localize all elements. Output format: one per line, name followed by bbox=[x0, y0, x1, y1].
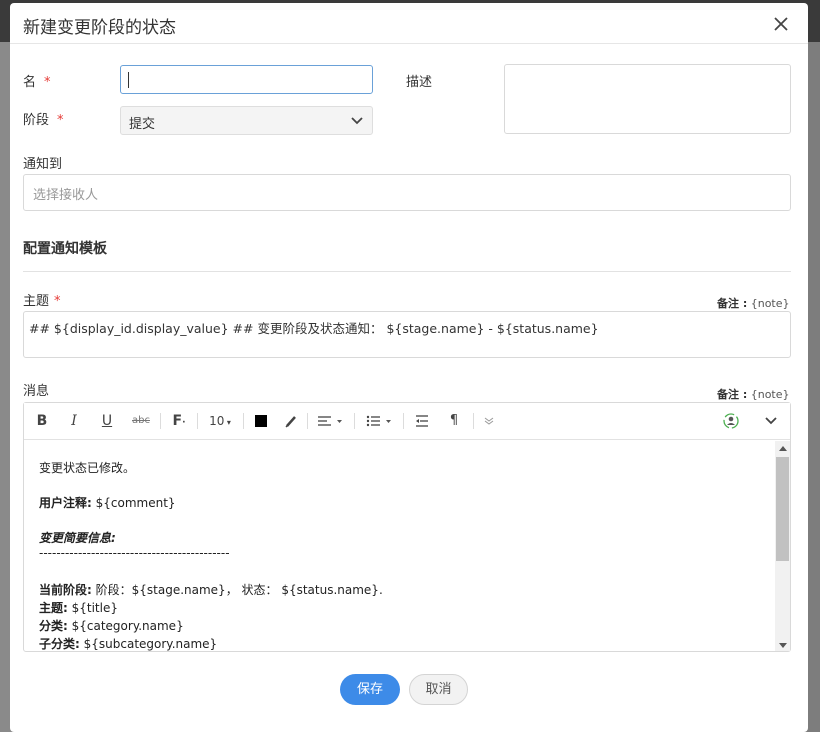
text-color-button[interactable] bbox=[253, 412, 269, 430]
content-line: 用户注释: ${comment} bbox=[39, 496, 176, 510]
text-align-dropdown-icon[interactable] bbox=[316, 412, 346, 430]
required-mark: * bbox=[57, 113, 64, 128]
toolbar-separator bbox=[403, 413, 404, 429]
scroll-thumb[interactable] bbox=[776, 457, 789, 561]
editor-toolbar: B I U abc F· 10 ▾ ¶ bbox=[24, 403, 790, 440]
subject-input-value: ## ${display_id.display_value} ## 变更阶段及状… bbox=[29, 321, 599, 336]
save-button[interactable]: 保存 bbox=[340, 674, 400, 705]
text-caret bbox=[128, 72, 129, 88]
message-note-hint: 备注 : {note} bbox=[717, 388, 790, 401]
chevron-down-icon[interactable] bbox=[764, 412, 778, 430]
color-swatch bbox=[255, 415, 267, 427]
content-line: 当前阶段: 阶段：${stage.name}， 状态： ${status.nam… bbox=[39, 583, 383, 597]
font-family-button[interactable]: F· bbox=[170, 412, 188, 430]
subject-label: 主题 * bbox=[23, 294, 61, 309]
content-line: 主题: ${title} bbox=[39, 601, 118, 615]
bold-button[interactable]: B bbox=[35, 412, 49, 430]
content-line: 子分类: ${subcategory.name} bbox=[39, 637, 218, 651]
message-content[interactable]: 变更状态已修改。 用户注释: ${comment} 变更简要信息: ------… bbox=[24, 441, 774, 651]
more-options-icon[interactable] bbox=[482, 412, 496, 430]
description-label: 描述 bbox=[406, 75, 433, 90]
chevron-down-icon bbox=[351, 117, 363, 125]
content-line: 变更简要信息: bbox=[39, 531, 116, 545]
bullet-list-dropdown-icon[interactable] bbox=[365, 412, 395, 430]
description-textarea[interactable] bbox=[504, 64, 791, 134]
stage-label: 阶段 * bbox=[23, 113, 64, 128]
toolbar-separator bbox=[160, 413, 161, 429]
toolbar-separator bbox=[197, 413, 198, 429]
subject-input[interactable]: ## ${display_id.display_value} ## 变更阶段及状… bbox=[23, 311, 791, 358]
section-divider bbox=[23, 271, 791, 272]
outdent-icon[interactable] bbox=[414, 412, 430, 430]
underline-button[interactable]: U bbox=[100, 412, 114, 430]
subject-note-hint: 备注 : {note} bbox=[717, 297, 790, 310]
message-label: 消息 bbox=[23, 384, 50, 399]
content-line: 分类: ${category.name} bbox=[39, 619, 184, 633]
highlight-pen-icon[interactable] bbox=[283, 412, 299, 430]
close-icon[interactable] bbox=[771, 14, 791, 34]
scroll-up-arrow[interactable] bbox=[779, 446, 787, 451]
message-editor: B I U abc F· 10 ▾ ¶ 变更状态已修改。 用户注释: ${com… bbox=[23, 402, 791, 652]
required-mark: * bbox=[44, 75, 51, 90]
font-size-dropdown[interactable]: 10 ▾ bbox=[206, 412, 234, 430]
toolbar-separator bbox=[243, 413, 244, 429]
required-mark: * bbox=[54, 294, 61, 309]
name-input[interactable] bbox=[120, 65, 373, 94]
cancel-button[interactable]: 取消 bbox=[409, 674, 468, 705]
paragraph-icon[interactable]: ¶ bbox=[447, 412, 461, 430]
user-sync-icon[interactable] bbox=[721, 412, 741, 430]
template-section-title: 配置通知模板 bbox=[23, 241, 107, 257]
stage-select-value: 提交 bbox=[129, 117, 156, 132]
dialog-title: 新建变更阶段的状态 bbox=[23, 18, 176, 38]
toolbar-separator bbox=[473, 413, 474, 429]
dialog-header: 新建变更阶段的状态 bbox=[10, 3, 808, 44]
content-separator: ----------------------------------------… bbox=[39, 546, 230, 560]
recipient-placeholder: 选择接收人 bbox=[33, 188, 99, 203]
content-line: 变更状态已修改。 bbox=[39, 461, 136, 475]
stage-select[interactable]: 提交 bbox=[120, 106, 373, 135]
toolbar-separator bbox=[307, 413, 308, 429]
italic-button[interactable]: I bbox=[67, 412, 81, 430]
name-label: 名 * bbox=[23, 75, 51, 90]
new-stage-status-dialog: 新建变更阶段的状态 名 * 描述 阶段 * 提交 通知到 选择接收人 配置通知模板 … bbox=[10, 3, 808, 732]
notify-label: 通知到 bbox=[23, 157, 63, 172]
scroll-down-arrow[interactable] bbox=[779, 643, 787, 648]
toolbar-separator bbox=[354, 413, 355, 429]
strikethrough-button[interactable]: abc bbox=[130, 412, 152, 430]
recipient-input[interactable]: 选择接收人 bbox=[23, 174, 791, 211]
